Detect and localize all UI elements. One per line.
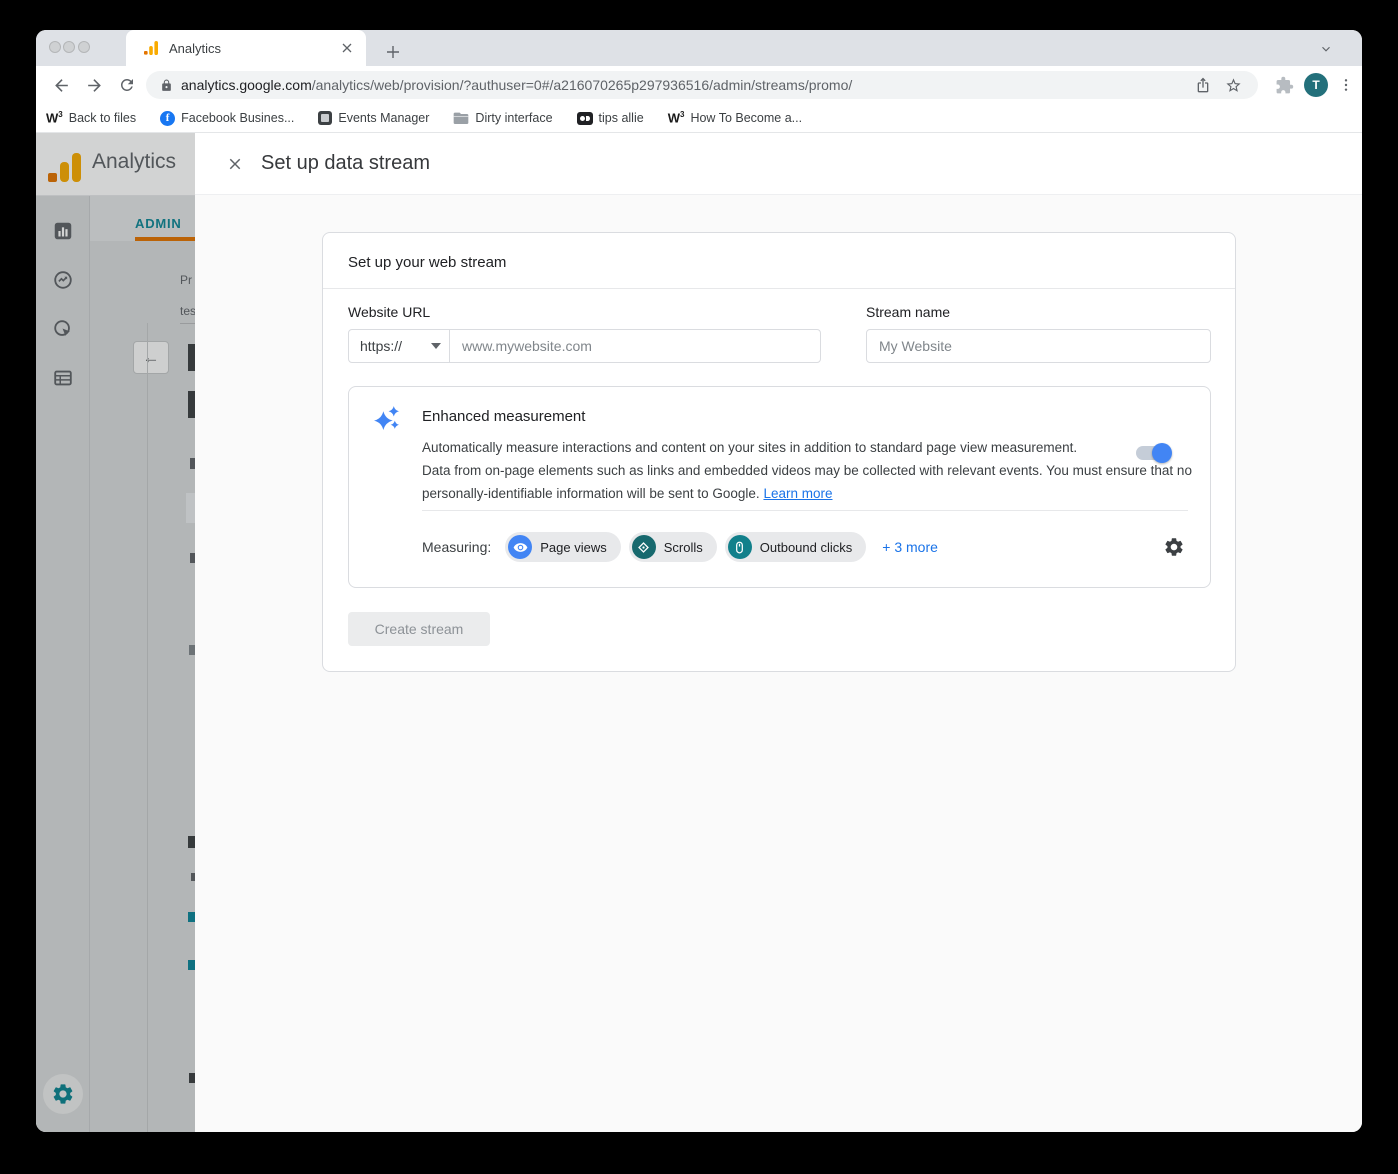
web-stream-card: Set up your web stream Website URL Strea… [322,232,1236,672]
bookmark-label: tips allie [599,111,644,125]
chip-page-views[interactable]: Page views [505,532,620,562]
tab-close-icon[interactable] [338,39,356,57]
chip-outbound-clicks[interactable]: Outbound clicks [725,532,867,562]
tab-search-chevron-icon[interactable] [1316,39,1336,59]
more-measurements-link[interactable]: + 3 more [882,539,938,555]
bookmark-back-to-files[interactable]: W3 Back to files [46,110,136,125]
website-url-label: Website URL [348,304,430,320]
new-tab-button[interactable] [380,39,406,65]
divider [323,288,1235,289]
lock-icon [160,79,173,92]
close-icon[interactable] [223,152,247,176]
bookmark-label: Events Manager [338,111,429,125]
bookmarks-bar: W3 Back to files f Facebook Busines... E… [36,104,1362,133]
desc-line-3: personally-identifiable information will… [422,482,1192,505]
chevron-down-icon [431,343,441,349]
url-bar[interactable]: analytics.google.com/analytics/web/provi… [146,71,1258,99]
bookmark-how-to-become[interactable]: W3 How To Become a... [668,110,802,125]
bookmark-label: Back to files [69,111,136,125]
sparkle-icon [373,404,400,431]
mouse-icon [728,535,752,559]
measuring-row: Measuring: Page views Scrolls [422,531,1186,563]
bookmark-facebook-business[interactable]: f Facebook Busines... [160,111,294,126]
enhanced-measurement-box: Enhanced measurement Automatically measu… [348,386,1211,588]
scroll-icon [632,535,656,559]
folder-icon [453,111,469,125]
stream-name-wrap [866,329,1211,363]
share-icon[interactable] [1192,74,1214,96]
facebook-icon: f [160,111,175,126]
protocol-select[interactable]: https:// [349,330,450,362]
back-icon[interactable] [48,72,74,98]
bookmark-label: How To Become a... [690,111,802,125]
tab-analytics[interactable]: Analytics [126,30,366,66]
analytics-favicon [144,41,159,55]
w3-icon: W3 [668,110,685,125]
toolbar-right-icons: T [1275,71,1354,99]
zoom-window-button[interactable] [78,41,90,53]
chip-label: Scrolls [664,540,703,555]
forward-icon[interactable] [81,72,107,98]
website-url-input[interactable] [450,330,820,362]
protocol-value: https:// [360,338,402,354]
chip-label: Outbound clicks [760,540,853,555]
minimize-window-button[interactable] [63,41,75,53]
bookmark-tips-allie[interactable]: tips allie [577,111,644,125]
tab-strip: Analytics [36,30,1362,66]
avatar[interactable]: T [1304,73,1328,97]
gear-icon[interactable] [1162,535,1186,559]
bookmark-dirty-interface[interactable]: Dirty interface [453,111,552,125]
close-window-button[interactable] [49,41,61,53]
eye-icon [508,535,532,559]
reload-icon[interactable] [114,72,140,98]
w3-icon: W3 [46,110,63,125]
video-icon [577,112,593,125]
enhanced-measurement-title: Enhanced measurement [422,408,585,425]
enhanced-measurement-description: Automatically measure interactions and c… [422,436,1192,505]
chip-label: Page views [540,540,606,555]
stream-name-label: Stream name [866,304,950,320]
desc-line-3-text: personally-identifiable information will… [422,486,760,501]
learn-more-link[interactable]: Learn more [763,486,832,501]
card-title: Set up your web stream [348,254,506,271]
events-manager-icon [318,111,332,125]
website-url-group: https:// [348,329,821,363]
page-content: Analytics ADMIN [36,133,1362,1132]
desc-line-2: Data from on-page elements such as links… [422,459,1192,482]
create-stream-button[interactable]: Create stream [348,612,490,646]
browser-menu-icon[interactable] [1338,77,1354,93]
chip-scrolls[interactable]: Scrolls [629,532,717,562]
url-domain: analytics.google.com [181,77,312,93]
dialog-header: Set up data stream [195,133,1362,195]
url-text: analytics.google.com/analytics/web/provi… [181,77,1184,93]
desc-line-1: Automatically measure interactions and c… [422,436,1192,459]
url-path: /analytics/web/provision/?authuser=0#/a2… [312,77,853,93]
setup-data-stream-dialog: Set up data stream Set up your web strea… [195,133,1362,1132]
bookmark-label: Dirty interface [475,111,552,125]
bookmark-events-manager[interactable]: Events Manager [318,111,429,125]
divider [422,510,1188,511]
bookmark-label: Facebook Busines... [181,111,294,125]
browser-window: Analytics analytics.google.com/analytics… [36,30,1362,1132]
tab-title: Analytics [169,41,338,56]
dialog-title: Set up data stream [261,152,430,175]
bookmark-star-icon[interactable] [1222,74,1244,96]
measuring-label: Measuring: [422,539,491,555]
stream-name-input[interactable] [867,330,1210,362]
extensions-puzzle-icon[interactable] [1275,76,1294,95]
browser-toolbar: analytics.google.com/analytics/web/provi… [36,66,1362,104]
